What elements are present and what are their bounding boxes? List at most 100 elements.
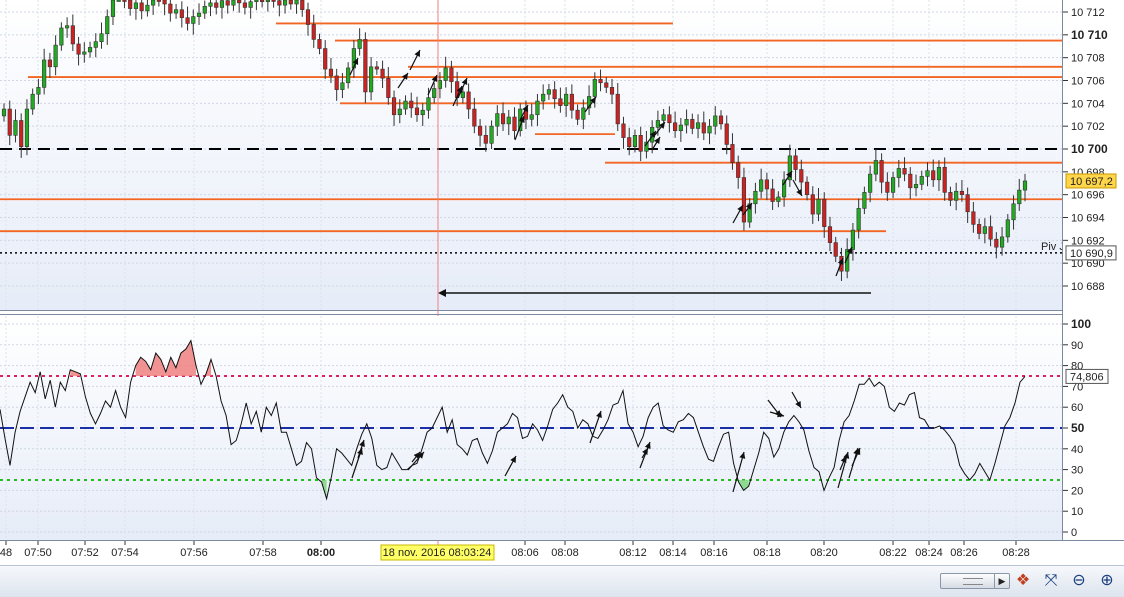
candle	[13, 120, 18, 136]
candle	[478, 125, 483, 136]
zoom-fit-icon[interactable]: ⤧	[1040, 570, 1062, 592]
candle	[822, 198, 827, 227]
candle	[24, 108, 30, 148]
candle	[179, 9, 184, 19]
candle	[902, 168, 907, 175]
candle	[357, 39, 362, 49]
candle	[328, 68, 334, 77]
candle	[575, 109, 580, 120]
candle	[764, 179, 769, 190]
time-tick-label: 07:54	[111, 547, 139, 559]
candle	[799, 169, 804, 183]
candle	[87, 47, 93, 53]
candle	[506, 116, 511, 125]
candle	[483, 135, 488, 144]
candle	[931, 170, 936, 181]
candle	[627, 137, 632, 148]
candle	[105, 16, 110, 34]
candle	[116, 0, 121, 2]
scrollbar[interactable]: ▶	[940, 573, 1010, 589]
candle	[208, 2, 213, 7]
candle	[139, 2, 144, 12]
candle	[718, 115, 724, 125]
price-tick-label: 10 706	[1071, 76, 1105, 88]
candle	[380, 68, 385, 79]
candle	[655, 120, 660, 128]
candle	[925, 170, 930, 177]
candle	[724, 123, 729, 145]
layers-icon[interactable]: ❖	[1012, 570, 1034, 592]
candle	[282, 0, 288, 6]
candle	[437, 80, 443, 89]
candle	[977, 224, 982, 234]
candle	[667, 114, 672, 124]
rsi-tick-label: 90	[1071, 340, 1083, 352]
candle	[546, 89, 551, 95]
candle	[661, 114, 666, 121]
time-tick-label: 07:58	[249, 547, 277, 559]
candle	[868, 173, 873, 193]
candle	[65, 25, 70, 29]
candle	[850, 229, 855, 250]
time-tick-label: 08:28	[1002, 547, 1030, 559]
pivot-label: Piv J	[1041, 241, 1065, 253]
candle	[833, 242, 838, 257]
candle	[168, 3, 173, 14]
candle	[42, 59, 47, 88]
candle	[397, 108, 402, 116]
candle	[615, 93, 620, 125]
candle	[265, 0, 270, 3]
candle	[913, 184, 919, 189]
candle	[391, 97, 397, 116]
candle	[695, 122, 701, 129]
candle	[386, 77, 391, 98]
candle	[185, 17, 190, 24]
scroll-grip[interactable]	[963, 578, 983, 585]
candle	[604, 82, 609, 88]
price-background	[0, 0, 1062, 310]
candle	[70, 25, 75, 45]
candle	[632, 135, 638, 148]
candle	[994, 238, 999, 248]
candle	[53, 44, 58, 68]
candle	[581, 107, 586, 120]
candle	[896, 168, 901, 178]
candle	[93, 41, 98, 48]
candle	[890, 177, 896, 193]
candle	[908, 173, 913, 189]
candle	[552, 89, 557, 100]
candle	[564, 93, 569, 106]
rsi-tick-label: 100	[1071, 317, 1091, 331]
candle	[443, 67, 448, 81]
candle	[409, 100, 414, 109]
candle	[47, 59, 52, 68]
candle	[776, 196, 781, 202]
candle	[426, 97, 431, 111]
candle	[609, 87, 615, 95]
candle	[873, 160, 878, 175]
scroll-right-icon[interactable]: ▶	[994, 574, 1009, 588]
rsi-tick-label: 30	[1071, 465, 1083, 477]
candle	[145, 4, 150, 12]
candle	[770, 188, 775, 202]
candle	[982, 226, 987, 234]
candle	[954, 190, 959, 201]
candle	[707, 125, 712, 134]
trading-chart[interactable]: Piv J 48 07:50 07:52 07:54 07:56 07:58 08:00 08…	[0, 0, 1124, 565]
candle	[288, 0, 293, 5]
candle	[420, 109, 425, 116]
candle	[317, 39, 322, 49]
candle	[638, 135, 643, 152]
zoom-in-icon[interactable]: ⊕	[1096, 570, 1118, 592]
rsi-panel[interactable]	[0, 316, 1062, 540]
candle	[713, 115, 718, 127]
candle	[334, 75, 339, 90]
zoom-out-icon[interactable]: ⊖	[1068, 570, 1090, 592]
candle	[879, 160, 884, 183]
candle	[237, 0, 242, 4]
pivot-value-label: 10 690,9	[1070, 248, 1113, 260]
rsi-tick-label: 60	[1071, 402, 1083, 414]
candle	[535, 100, 540, 116]
candle	[1022, 180, 1028, 191]
price-tick-label: 10 696	[1071, 190, 1105, 202]
